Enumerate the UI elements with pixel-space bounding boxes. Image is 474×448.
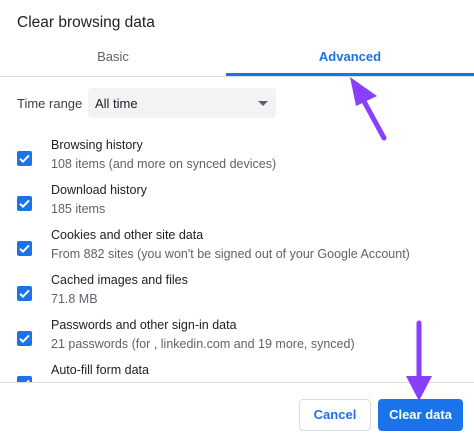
checkmark-icon (19, 289, 30, 299)
option-description: 185 items (51, 202, 106, 216)
dropdown-arrow-icon (258, 101, 268, 106)
option-description: 21 passwords (for , linkedin.com and 19 … (51, 337, 355, 351)
option-browsing-history[interactable]: Browsing history 108 items (and more on … (0, 138, 474, 182)
tab-advanced[interactable]: Advanced (226, 40, 474, 76)
checkmark-icon (19, 199, 30, 209)
tab-bar: Basic Advanced (0, 40, 474, 77)
checkbox-browsing-history[interactable] (17, 151, 32, 166)
time-range-select[interactable]: All time (88, 88, 276, 118)
option-passwords[interactable]: Passwords and other sign-in data 21 pass… (0, 318, 474, 362)
option-title: Auto-fill form data (51, 363, 149, 377)
option-title: Browsing history (51, 138, 143, 152)
active-tab-indicator (226, 73, 474, 76)
option-cookies[interactable]: Cookies and other site data From 882 sit… (0, 228, 474, 272)
checkmark-icon (19, 334, 30, 344)
dialog-footer: Cancel Clear data (0, 382, 474, 448)
checkbox-passwords[interactable] (17, 331, 32, 346)
option-title: Cached images and files (51, 273, 188, 287)
checkmark-icon (19, 244, 30, 254)
options-scroll-area[interactable]: Time range All time Browsing history 108… (0, 77, 474, 382)
checkbox-cached-images[interactable] (17, 286, 32, 301)
option-title: Cookies and other site data (51, 228, 204, 242)
option-download-history[interactable]: Download history 185 items (0, 183, 474, 227)
option-autofill[interactable]: Auto-fill form data (0, 363, 474, 382)
option-title: Download history (51, 183, 147, 197)
cancel-button[interactable]: Cancel (299, 399, 371, 431)
checkbox-cookies[interactable] (17, 241, 32, 256)
clear-browsing-data-dialog: Clear browsing data Basic Advanced Time … (0, 0, 474, 448)
option-description: 108 items (and more on synced devices) (51, 157, 277, 171)
time-range-value: All time (95, 96, 138, 111)
option-description: 71.8 MB (51, 292, 98, 306)
option-description: From 882 sites (you won't be signed out … (51, 247, 410, 261)
option-cached-images[interactable]: Cached images and files 71.8 MB (0, 273, 474, 317)
clear-data-button[interactable]: Clear data (378, 399, 463, 431)
checkmark-icon (19, 154, 30, 164)
option-title: Passwords and other sign-in data (51, 318, 237, 332)
checkbox-download-history[interactable] (17, 196, 32, 211)
tab-basic[interactable]: Basic (0, 40, 226, 76)
time-range-label: Time range (17, 96, 83, 111)
dialog-title: Clear browsing data (17, 14, 155, 31)
